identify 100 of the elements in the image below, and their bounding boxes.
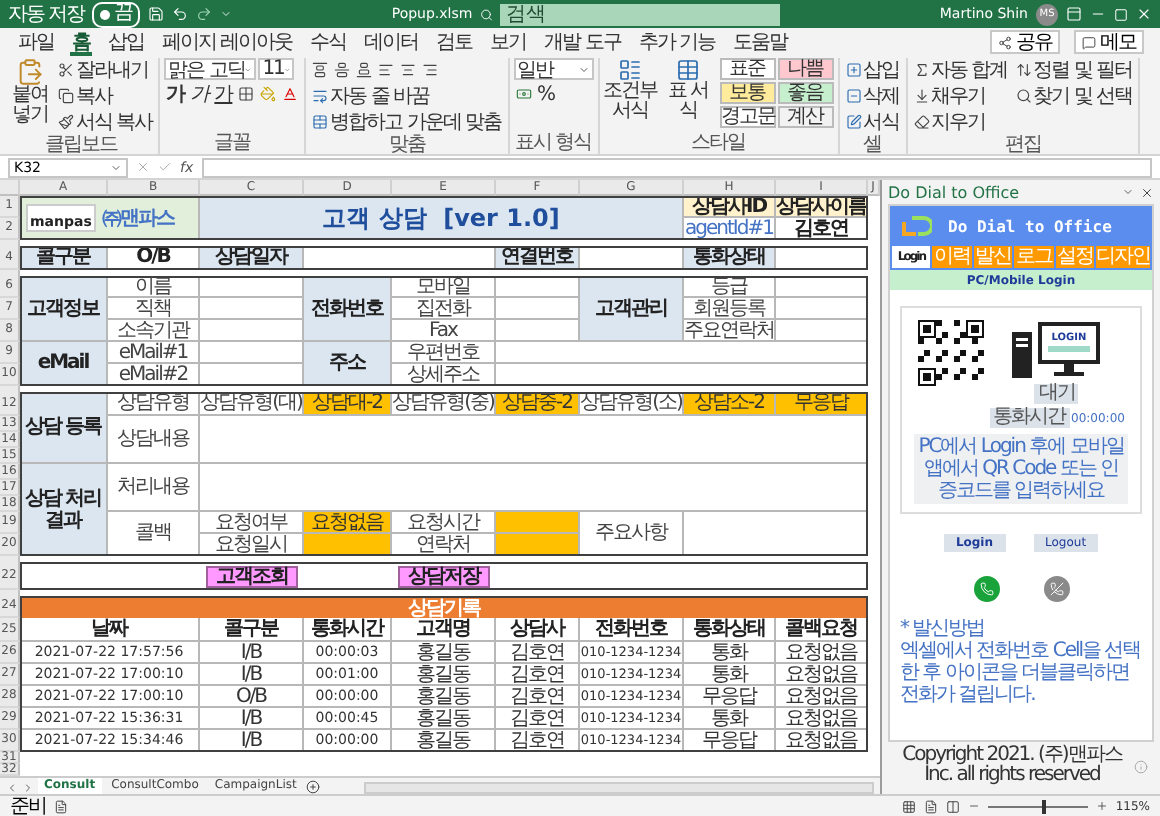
- font-size-select[interactable]: 11: [258, 58, 295, 80]
- format-painter-button[interactable]: 서식 복사: [56, 110, 155, 134]
- ribbon-tab[interactable]: 개발 도구: [542, 28, 623, 56]
- field-label: 주소: [304, 342, 392, 386]
- input-cell[interactable]: [200, 276, 304, 298]
- table-cell: 홍길동: [392, 642, 496, 664]
- italic-button[interactable]: 가: [188, 82, 211, 106]
- percent-button[interactable]: %: [535, 82, 557, 106]
- choice-cell[interactable]: 상담중-2: [496, 392, 580, 416]
- choice-cell[interactable]: [496, 512, 580, 534]
- hang-up-button[interactable]: [1043, 576, 1069, 602]
- cell-style-button[interactable]: 보통: [719, 82, 776, 104]
- align-top-icon: [312, 62, 329, 78]
- choice-cell[interactable]: [304, 534, 392, 556]
- app-logo-icon: [900, 214, 932, 238]
- normal-view-icon: [901, 799, 916, 813]
- comment-icon: [1082, 35, 1096, 49]
- share-button[interactable]: 공유: [990, 30, 1060, 54]
- copy-button[interactable]: 복사: [56, 84, 155, 108]
- section-banner: 상담기록: [20, 596, 868, 618]
- cell-style-button[interactable]: 나쁨: [777, 58, 834, 80]
- autosum-button[interactable]: 자동 합계: [911, 58, 1010, 82]
- font-select[interactable]: 맑은 고딕: [164, 58, 257, 80]
- cut-button[interactable]: 잘라내기: [56, 58, 155, 82]
- input-cell[interactable]: [200, 342, 304, 364]
- cell-style-button[interactable]: 좋음: [777, 82, 834, 104]
- choice-cell[interactable]: 무응답: [776, 392, 868, 416]
- column-header: 통화상태: [684, 618, 776, 642]
- sort-icon: [1015, 62, 1032, 78]
- ribbon-tab[interactable]: 데이터: [362, 28, 421, 56]
- bold-button[interactable]: 가: [164, 82, 187, 106]
- table-format-button[interactable]: 표 서식: [661, 58, 716, 122]
- clear-button[interactable]: 지우기: [911, 110, 1010, 134]
- input-cell[interactable]: [496, 276, 580, 298]
- input-cell[interactable]: [496, 298, 580, 320]
- customer-search-button[interactable]: 고객조회: [206, 565, 298, 587]
- font-color-button[interactable]: [280, 82, 301, 106]
- search-field[interactable]: 검색: [499, 3, 781, 25]
- phone-off-icon: [1049, 582, 1063, 596]
- field-label: 요청시간: [392, 512, 496, 534]
- borders-button[interactable]: [236, 82, 257, 106]
- table-cell: 통화: [684, 708, 776, 730]
- table-cell: 통화: [684, 642, 776, 664]
- ribbon-tab[interactable]: 페이지 레이아웃: [160, 28, 295, 56]
- insert-button[interactable]: 삽입: [843, 58, 902, 82]
- group-label: 글꼴: [214, 132, 251, 154]
- paintbrush-icon: [58, 114, 74, 130]
- align-button[interactable]: [354, 58, 375, 82]
- ribbon-tab[interactable]: 삽입: [106, 28, 146, 56]
- close-icon: [1136, 6, 1152, 22]
- ribbon-tab[interactable]: 파일: [16, 28, 56, 56]
- check-icon: [158, 160, 172, 174]
- conditional-format-button[interactable]: 조건부 서식: [603, 58, 658, 122]
- cell-style-button[interactable]: 경고문: [719, 106, 776, 128]
- column-header: 상담사: [496, 618, 580, 642]
- input-cell[interactable]: [496, 320, 580, 342]
- align-button[interactable]: [310, 58, 331, 82]
- merge-center-button[interactable]: 병합하고 가운데 맞춤: [310, 110, 504, 134]
- formula-input[interactable]: [201, 157, 1152, 177]
- find-select-button[interactable]: 찾기 및 선택: [1013, 84, 1135, 108]
- chevron-down-icon: [283, 63, 291, 75]
- choice-cell[interactable]: 상담대-2: [304, 392, 392, 416]
- align-button[interactable]: [332, 58, 353, 82]
- zoom-out-icon: [967, 800, 980, 812]
- wrap-text-button[interactable]: 자동 줄 바꿈: [310, 84, 504, 108]
- call-button[interactable]: [973, 576, 999, 602]
- zoom-in-icon: [1095, 800, 1108, 812]
- fill-button[interactable]: 채우기: [911, 84, 1010, 108]
- field-label: 집전화: [392, 298, 496, 320]
- page-break-icon: [945, 799, 960, 813]
- table-cell: 김호연: [496, 708, 580, 730]
- ribbon-tab[interactable]: 도움말: [731, 28, 790, 56]
- ribbon-tab[interactable]: 검토: [434, 28, 475, 56]
- choice-cell[interactable]: 요청없음: [304, 512, 392, 534]
- fill-color-button[interactable]: [258, 82, 279, 106]
- format-button[interactable]: 서식: [843, 110, 902, 134]
- chevron-left-icon: [6, 781, 18, 793]
- input-cell[interactable]: [200, 298, 304, 320]
- maximize-icon: [1114, 7, 1128, 21]
- comments-button[interactable]: 메모: [1074, 30, 1144, 54]
- cell-style-button[interactable]: 계산: [777, 106, 834, 128]
- table-cell: O/B: [200, 686, 304, 708]
- table-cell: 통화: [684, 664, 776, 686]
- sort-filter-button[interactable]: 정렬 및 필터: [1013, 58, 1135, 82]
- timer-label: 통화시간: [989, 408, 1070, 428]
- ribbon-tab[interactable]: 추가 기능: [636, 28, 718, 56]
- column-header: 고객명: [392, 618, 496, 642]
- underline-button[interactable]: 가: [212, 82, 235, 106]
- cell-style-button[interactable]: 표준: [719, 58, 776, 80]
- delete-button[interactable]: 삭제: [843, 84, 902, 108]
- ribbon-tab[interactable]: 수식: [308, 28, 349, 56]
- save-consult-button[interactable]: 상담저장: [398, 565, 490, 587]
- horizontal-scrollbar[interactable]: [364, 781, 874, 793]
- choice-cell[interactable]: 상담소-2: [684, 392, 776, 416]
- input-cell[interactable]: [200, 320, 304, 342]
- choice-cell[interactable]: [496, 534, 580, 556]
- align-center-icon: [400, 62, 417, 78]
- paste-button[interactable]: 붙여넣기: [8, 58, 52, 126]
- ribbon-tab[interactable]: 보기: [488, 28, 529, 56]
- number-format-select[interactable]: 일반: [513, 58, 594, 80]
